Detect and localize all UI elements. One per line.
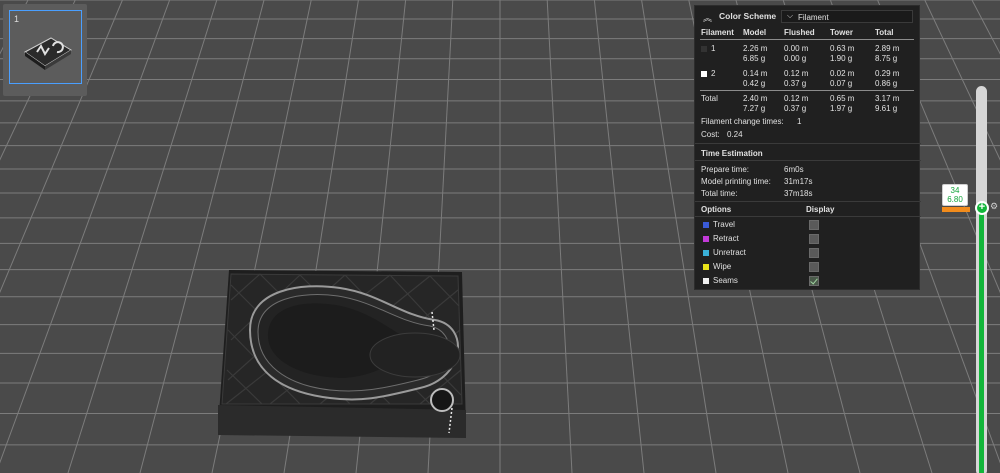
- total-flushed-weight: 0.37 g: [784, 104, 807, 113]
- filament-2-flushed-weight: 0.37 g: [784, 79, 807, 88]
- retract-swatch: [703, 236, 709, 242]
- total-tower-weight: 1.97 g: [830, 104, 853, 113]
- filament-1-tower-weight: 1.90 g: [830, 54, 853, 63]
- cost-label: Cost:: [701, 130, 720, 139]
- filament-2-model-weight: 0.42 g: [743, 79, 766, 88]
- plate-model-preview-icon: [24, 37, 72, 70]
- filament-2-flushed-length: 0.12 m: [784, 69, 809, 78]
- model-printing-time-value: 31m17s: [784, 177, 813, 186]
- travel-swatch: [703, 222, 709, 228]
- col-header-model: Model: [743, 28, 767, 37]
- prepare-time-label: Prepare time:: [701, 165, 750, 174]
- option-retract-label: Retract: [713, 234, 739, 243]
- filament-2-total-length: 0.29 m: [875, 69, 900, 78]
- total-total-weight: 9.61 g: [875, 104, 898, 113]
- time-estimation-title: Time Estimation: [701, 149, 763, 158]
- filament-1-swatch: [701, 46, 707, 52]
- model-printing-time-label: Model printing time:: [701, 177, 771, 186]
- wipe-swatch: [703, 264, 709, 270]
- plate-number: 1: [14, 14, 20, 24]
- col-header-total: Total: [875, 28, 894, 37]
- filament-2-id: 2: [711, 69, 716, 78]
- option-unretract-label: Unretract: [713, 248, 746, 257]
- seams-display-checkbox[interactable]: [809, 276, 819, 286]
- col-header-filament: Filament: [701, 28, 734, 37]
- plate-thumbnail[interactable]: 1: [3, 4, 87, 96]
- filament-change-times-label: Filament change times:: [701, 117, 784, 126]
- gear-icon[interactable]: ⚙: [990, 201, 1000, 212]
- prepare-time-value: 6m0s: [784, 165, 804, 174]
- col-header-flushed: Flushed: [784, 28, 815, 37]
- filament-2-tower-length: 0.02 m: [830, 69, 855, 78]
- total-model-length: 2.40 m: [743, 94, 768, 103]
- option-wipe-label: Wipe: [713, 262, 732, 271]
- filament-1-flushed-weight: 0.00 g: [784, 54, 807, 63]
- chevron-up-icon[interactable]: ︽: [703, 11, 712, 24]
- layer-number: 34: [950, 186, 960, 195]
- cost-value: 0.24: [727, 130, 743, 139]
- filament-2-model-length: 0.14 m: [743, 69, 768, 78]
- wipe-display-checkbox[interactable]: [809, 262, 819, 272]
- plus-icon: +: [978, 201, 986, 213]
- unretract-display-checkbox[interactable]: [809, 248, 819, 258]
- total-time-label: Total time:: [701, 189, 738, 198]
- filament-2-total-weight: 0.86 g: [875, 79, 898, 88]
- filament-1-total-weight: 8.75 g: [875, 54, 898, 63]
- color-scheme-select[interactable]: ⌵ Filament: [781, 10, 913, 23]
- option-seams-label: Seams: [713, 276, 738, 285]
- legend-header: ︽ Color Scheme ⌵ Filament: [695, 6, 921, 26]
- filament-2-swatch: [701, 71, 707, 77]
- option-travel-label: Travel: [713, 220, 735, 229]
- total-flushed-length: 0.12 m: [784, 94, 809, 103]
- filament-1-flushed-length: 0.00 m: [784, 44, 809, 53]
- layer-tooltip: 34 6.80: [942, 184, 968, 206]
- col-header-tower: Tower: [830, 28, 853, 37]
- total-row-label: Total: [701, 94, 718, 103]
- color-scheme-label: Color Scheme: [719, 11, 777, 21]
- filament-1-total-length: 2.89 m: [875, 44, 900, 53]
- filament-1-tower-length: 0.63 m: [830, 44, 855, 53]
- printed-model[interactable]: [218, 270, 466, 438]
- filament-1-model-weight: 6.85 g: [743, 54, 766, 63]
- display-header: Display: [806, 205, 835, 214]
- layer-marker: [942, 207, 970, 212]
- travel-display-checkbox[interactable]: [809, 220, 819, 230]
- total-total-length: 3.17 m: [875, 94, 900, 103]
- filament-2-tower-weight: 0.07 g: [830, 79, 853, 88]
- options-header: Options: [701, 205, 732, 214]
- layer-slider-fill: [979, 208, 984, 473]
- layer-height: 6.80: [947, 195, 963, 204]
- unretract-swatch: [703, 250, 709, 256]
- layer-slider-handle[interactable]: +: [975, 201, 989, 215]
- total-time-value: 37m18s: [784, 189, 813, 198]
- retract-display-checkbox[interactable]: [809, 234, 819, 244]
- seams-swatch: [703, 278, 709, 284]
- chevron-down-icon: ⌵: [787, 11, 794, 20]
- total-model-weight: 7.27 g: [743, 104, 766, 113]
- gcode-legend-panel: ︽ Color Scheme ⌵ Filament Filament Model…: [694, 5, 921, 290]
- color-scheme-value: Filament: [798, 13, 829, 22]
- filament-1-id: 1: [711, 44, 716, 53]
- filament-1-model-length: 2.26 m: [743, 44, 768, 53]
- filament-change-times-value: 1: [797, 117, 802, 126]
- total-tower-length: 0.65 m: [830, 94, 855, 103]
